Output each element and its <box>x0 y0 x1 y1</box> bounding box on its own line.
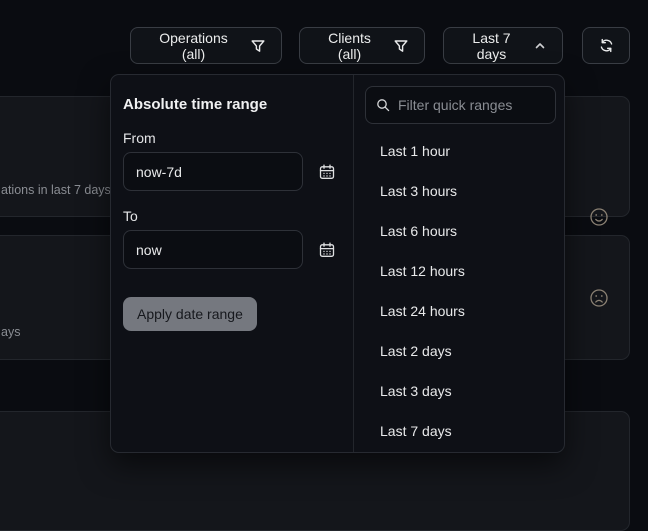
clients-filter-label: Clients (all) <box>315 30 384 62</box>
quick-range-option-last-6-hours[interactable]: Last 6 hours <box>354 211 564 251</box>
happy-face-icon <box>589 207 609 232</box>
quick-ranges-list: Last 1 hour Last 3 hours Last 6 hours La… <box>354 131 564 451</box>
calendar-icon <box>318 163 336 181</box>
calendar-icon <box>318 241 336 259</box>
apply-date-range-button[interactable]: Apply date range <box>123 297 257 331</box>
quick-ranges-search[interactable] <box>365 86 556 124</box>
panel-subtitle-truncated: ations in last 7 days <box>1 183 111 197</box>
clients-filter-button[interactable]: Clients (all) <box>299 27 425 64</box>
refresh-sync-icon <box>598 37 615 54</box>
time-range-label: Last 7 days <box>459 30 524 62</box>
refresh-button[interactable] <box>582 27 630 64</box>
to-calendar-button[interactable] <box>318 241 336 259</box>
quick-range-option-last-3-hours[interactable]: Last 3 hours <box>354 171 564 211</box>
from-label: From <box>123 130 341 146</box>
quick-range-option-last-24-hours[interactable]: Last 24 hours <box>354 291 564 331</box>
quick-range-option-last-2-days[interactable]: Last 2 days <box>354 331 564 371</box>
filter-funnel-icon <box>250 38 266 54</box>
operations-filter-label: Operations (all) <box>146 30 241 62</box>
filter-funnel-icon <box>393 38 409 54</box>
quick-range-option-last-1-hour[interactable]: Last 1 hour <box>354 131 564 171</box>
quick-range-option-last-12-hours[interactable]: Last 12 hours <box>354 251 564 291</box>
time-range-button[interactable]: Last 7 days <box>443 27 563 64</box>
to-label: To <box>123 208 341 224</box>
quick-range-option-last-7-days[interactable]: Last 7 days <box>354 411 564 451</box>
time-picker-dropdown: Absolute time range From <box>110 74 565 453</box>
chevron-up-icon <box>533 39 547 53</box>
quick-range-option-last-3-days[interactable]: Last 3 days <box>354 371 564 411</box>
quick-ranges-section: Last 1 hour Last 3 hours Last 6 hours La… <box>354 75 564 452</box>
filter-quick-ranges-input[interactable] <box>398 97 545 113</box>
from-calendar-button[interactable] <box>318 163 336 181</box>
absolute-time-range-section: Absolute time range From <box>111 75 354 452</box>
to-input[interactable] <box>123 230 303 269</box>
search-icon <box>376 98 390 112</box>
panel-subtitle-truncated: ays <box>1 325 20 339</box>
from-input[interactable] <box>123 152 303 191</box>
operations-filter-button[interactable]: Operations (all) <box>130 27 282 64</box>
absolute-time-range-title: Absolute time range <box>123 96 341 113</box>
